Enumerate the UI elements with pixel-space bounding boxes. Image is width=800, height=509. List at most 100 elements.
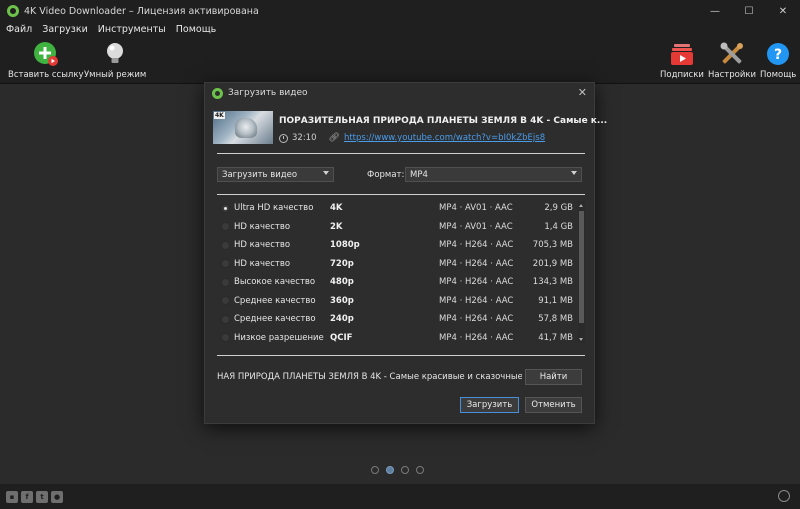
quality-name: Низкое разрешение <box>234 332 324 343</box>
download-video-dialog: Загрузить видео ✕ 4K ПОРАЗИТЕЛЬНАЯ ПРИРО… <box>204 82 607 424</box>
video-meta: 32:10 🔗︎ https://www.youtube.com/watch?v… <box>279 133 545 143</box>
carousel-dot[interactable] <box>416 466 424 474</box>
radio-button[interactable] <box>221 296 230 306</box>
quality-size: 2,9 GB <box>544 203 573 214</box>
quality-list: Ultra HD качество 4K MP4 · AV01 · AAC 2,… <box>217 199 585 347</box>
video-thumbnail: 4K <box>213 111 273 144</box>
divider <box>217 194 585 195</box>
quality-name: Высокое качество <box>234 277 316 288</box>
scroll-thumb[interactable] <box>579 211 584 323</box>
subscriptions-button[interactable]: Подписки <box>660 41 704 80</box>
quality-codec: MP4 · H264 · AAC <box>439 314 514 325</box>
quality-size: 705,3 MB <box>532 240 573 251</box>
quality-resolution: 480p <box>330 277 354 288</box>
cancel-button[interactable]: Отменить <box>525 397 582 413</box>
action-select[interactable]: Загрузить видео <box>217 167 334 182</box>
toolbar: Вставить ссылку Умный режим Подписки Нас… <box>0 37 800 84</box>
dialog-app-icon <box>212 87 223 99</box>
menu-bar: Файл Загрузки Инструменты Помощь <box>0 22 800 37</box>
carousel-dot[interactable] <box>401 466 409 474</box>
svg-text:?: ? <box>774 47 782 63</box>
menu-file[interactable]: Файл <box>6 24 32 35</box>
quality-size: 134,3 MB <box>532 277 573 288</box>
quality-codec: MP4 · AV01 · AAC <box>439 203 513 214</box>
radio-button[interactable] <box>221 240 230 250</box>
quality-list-scrollbar[interactable] <box>578 201 585 343</box>
quality-name: HD качество <box>234 240 291 251</box>
browse-button[interactable]: Найти <box>525 369 582 385</box>
quality-option[interactable]: Ultra HD качество 4K MP4 · AV01 · AAC 2,… <box>217 199 585 218</box>
window-title: 4K Video Downloader – Лицензия активиров… <box>24 5 259 17</box>
quality-option[interactable]: Низкое разрешение QCIF MP4 · H264 · AAC … <box>217 329 585 348</box>
video-title: ПОРАЗИТЕЛЬНАЯ ПРИРОДА ПЛАНЕТЫ ЗЕМЛЯ В 4K… <box>279 116 608 126</box>
radio-button[interactable] <box>221 314 230 324</box>
radio-button[interactable] <box>221 259 230 269</box>
settings-button[interactable]: Настройки <box>708 41 756 80</box>
help-question-icon: ? <box>765 41 791 67</box>
vk-icon[interactable]: ▪ <box>6 490 18 503</box>
carousel-dot-active[interactable] <box>386 466 394 474</box>
twitter-icon[interactable]: t <box>36 490 48 503</box>
menu-help[interactable]: Помощь <box>176 24 216 35</box>
quality-resolution: 720p <box>330 258 354 269</box>
quality-name: Среднее качество <box>234 314 316 325</box>
dialog-title: Загрузить видео <box>228 88 308 98</box>
close-icon[interactable]: ✕ <box>578 86 587 99</box>
carousel-dot[interactable] <box>371 466 379 474</box>
carousel-dots <box>371 466 424 474</box>
radio-button[interactable] <box>221 333 230 343</box>
radio-button-selected[interactable] <box>221 203 230 213</box>
quality-option[interactable]: Среднее качество 240p MP4 · H264 · AAC 5… <box>217 310 585 329</box>
close-window-button[interactable]: ✕ <box>766 0 800 22</box>
quality-option[interactable]: HD качество 1080p MP4 · H264 · AAC 705,3… <box>217 236 585 255</box>
divider <box>217 153 585 154</box>
smart-mode-button[interactable]: Умный режим <box>84 41 146 80</box>
minimize-button[interactable]: — <box>698 0 732 22</box>
quality-resolution: 1080p <box>330 240 360 251</box>
facebook-icon[interactable]: f <box>21 490 33 503</box>
divider <box>217 355 585 356</box>
smart-mode-label: Умный режим <box>84 70 147 80</box>
dialog-header: Загрузить видео ✕ <box>205 83 594 103</box>
quality-codec: MP4 · H264 · AAC <box>439 258 514 269</box>
menu-tools[interactable]: Инструменты <box>98 24 166 35</box>
help-button[interactable]: ? Помощь <box>760 41 796 80</box>
app-logo-icon <box>7 5 19 17</box>
scroll-up-arrow-icon[interactable] <box>579 204 583 207</box>
link-icon: 🔗︎ <box>328 133 340 143</box>
subscriptions-label: Подписки <box>660 70 704 80</box>
quality-resolution: 240p <box>330 314 354 325</box>
title-bar: 4K Video Downloader – Лицензия активиров… <box>0 0 800 22</box>
paste-link-button[interactable]: Вставить ссылку <box>8 41 84 80</box>
quality-size: 91,1 MB <box>538 295 573 306</box>
action-select-value: Загрузить видео <box>222 169 298 180</box>
quality-option[interactable]: HD качество 2K MP4 · AV01 · AAC 1,4 GB <box>217 218 585 237</box>
quality-resolution: 2K <box>330 221 343 232</box>
maximize-button[interactable]: ☐ <box>732 0 766 22</box>
quality-codec: MP4 · H264 · AAC <box>439 277 514 288</box>
quality-name: Ultra HD качество <box>234 203 314 214</box>
format-select[interactable]: MP4 <box>405 167 582 182</box>
video-url-link[interactable]: https://www.youtube.com/watch?v=bI0kZbEj… <box>344 133 545 143</box>
quality-size: 201,9 MB <box>532 258 573 269</box>
quality-option[interactable]: Среднее качество 360p MP4 · H264 · AAC 9… <box>217 292 585 311</box>
menu-downloads[interactable]: Загрузки <box>42 24 88 35</box>
lightbulb-icon <box>102 41 128 67</box>
globe-icon[interactable] <box>778 490 790 502</box>
save-path-field[interactable]: НАЯ ПРИРОДА ПЛАНЕТЫ ЗЕМЛЯ В 4K - Самые к… <box>217 369 522 384</box>
quality-size: 1,4 GB <box>544 221 573 232</box>
reddit-icon[interactable]: ● <box>51 490 63 503</box>
quality-name: HD качество <box>234 258 291 269</box>
scroll-down-arrow-icon[interactable] <box>579 338 583 341</box>
format-label: Формат: <box>367 170 405 180</box>
quality-name: HD качество <box>234 221 291 232</box>
quality-option[interactable]: Высокое качество 480p MP4 · H264 · AAC 1… <box>217 273 585 292</box>
quality-codec: MP4 · AV01 · AAC <box>439 221 513 232</box>
quality-resolution: QCIF <box>330 332 353 343</box>
thumbnail-wolf-image <box>235 118 257 138</box>
chevron-down-icon <box>323 171 329 175</box>
radio-button[interactable] <box>221 277 230 287</box>
download-button[interactable]: Загрузить <box>460 397 519 413</box>
radio-button[interactable] <box>221 222 230 232</box>
quality-option[interactable]: HD качество 720p MP4 · H264 · AAC 201,9 … <box>217 255 585 274</box>
